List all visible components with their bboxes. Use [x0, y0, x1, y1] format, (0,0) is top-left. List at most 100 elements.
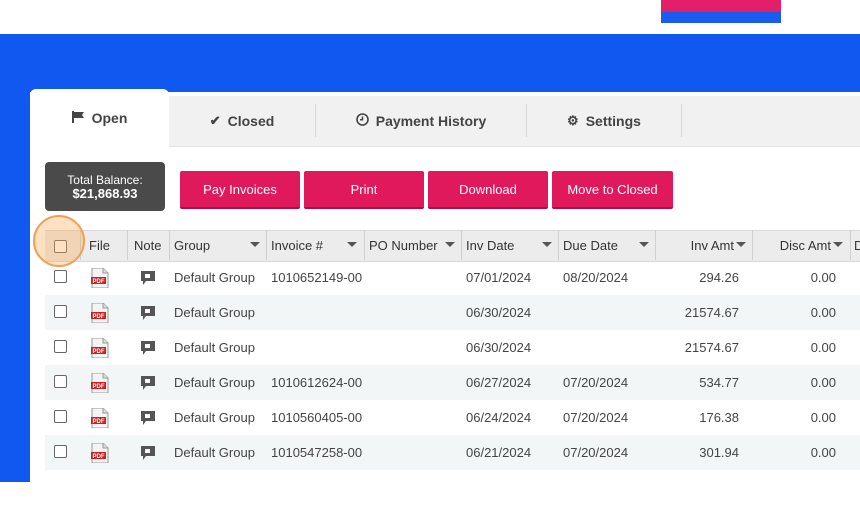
row-checkbox[interactable]: [54, 340, 67, 353]
cell-group: Default Group: [174, 305, 255, 320]
balance-label: Total Balance:: [67, 172, 143, 187]
sort-caret-icon[interactable]: [542, 242, 552, 247]
column-divider: [127, 230, 128, 260]
row-checkbox[interactable]: [54, 445, 67, 458]
note-icon[interactable]: [140, 445, 156, 461]
tab-label: Payment History: [375, 113, 487, 129]
column-header-file: File: [89, 230, 129, 260]
cell-invoice: 1010652149-00: [271, 270, 363, 285]
print-button[interactable]: Print: [304, 171, 424, 209]
column-divider: [850, 230, 851, 260]
cell-due-date: 07/20/2024: [563, 410, 629, 425]
note-icon[interactable]: [140, 410, 156, 426]
table-row[interactable]: PDF Default Group 1010560405-00 06/24/2024 0…: [45, 400, 860, 435]
column-header-due-date[interactable]: Due Date: [563, 230, 655, 260]
column-divider: [752, 230, 753, 260]
header-label: D: [854, 237, 860, 253]
table-row[interactable]: PDF Default Group 1010547258-00 06/21/2024 0…: [45, 435, 860, 470]
header-label: Note: [134, 237, 162, 253]
cell-due-date: 07/20/2024: [563, 445, 629, 460]
row-checkbox[interactable]: [54, 410, 67, 423]
pdf-file-icon[interactable]: PDF: [91, 372, 109, 394]
column-header-disc-amt[interactable]: Disc Amt: [757, 230, 849, 260]
row-checkbox[interactable]: [54, 305, 67, 318]
svg-text:PDF: PDF: [93, 384, 105, 390]
cell-group: Default Group: [174, 375, 255, 390]
svg-text:PDF: PDF: [93, 314, 105, 320]
cell-inv-date: 07/01/2024: [466, 270, 532, 285]
note-icon[interactable]: [140, 270, 156, 286]
svg-text:PDF: PDF: [93, 349, 105, 355]
clock-icon: [355, 113, 369, 129]
column-header-po-number[interactable]: PO Number: [369, 230, 461, 260]
pdf-file-icon[interactable]: PDF: [91, 337, 109, 359]
tab-divider: [681, 104, 682, 137]
column-divider: [169, 230, 170, 260]
column-header-invoice[interactable]: Invoice #: [271, 230, 363, 260]
cell-inv-date: 06/27/2024: [466, 375, 532, 390]
column-header-more[interactable]: D: [854, 230, 860, 260]
svg-text:PDF: PDF: [93, 454, 105, 460]
svg-text:PDF: PDF: [93, 279, 105, 285]
header-label: Disc Amt: [779, 237, 831, 253]
column-divider: [558, 230, 559, 260]
pdf-file-icon[interactable]: PDF: [91, 407, 109, 429]
header-label: Inv Amt: [690, 237, 734, 253]
download-button[interactable]: Download: [428, 171, 548, 209]
tab-open[interactable]: Open: [30, 89, 169, 147]
header-label: Inv Date: [466, 237, 515, 253]
header-label: File: [89, 237, 110, 253]
tab-settings[interactable]: ⚙ Settings: [527, 96, 681, 146]
cell-inv-amt: 294.26: [699, 270, 739, 285]
tab-closed[interactable]: ✔ Closed: [169, 96, 315, 146]
header-label: Group: [174, 237, 211, 253]
row-checkbox[interactable]: [54, 270, 67, 283]
sort-caret-icon[interactable]: [250, 242, 260, 247]
column-header-group[interactable]: Group: [174, 230, 266, 260]
sort-caret-icon[interactable]: [736, 242, 746, 247]
tab-payment-history[interactable]: Payment History: [316, 96, 526, 146]
note-icon[interactable]: [140, 375, 156, 391]
column-divider: [461, 230, 462, 260]
cell-inv-date: 06/30/2024: [466, 340, 532, 355]
cell-group: Default Group: [174, 340, 255, 355]
sort-caret-icon[interactable]: [833, 242, 843, 247]
cell-invoice: 1010560405-00: [271, 410, 363, 425]
column-header-inv-date[interactable]: Inv Date: [466, 230, 558, 260]
column-header-inv-amt[interactable]: Inv Amt: [660, 230, 752, 260]
note-icon[interactable]: [140, 305, 156, 321]
row-checkbox[interactable]: [54, 375, 67, 388]
svg-text:PDF: PDF: [93, 419, 105, 425]
tab-label: Closed: [227, 113, 275, 129]
tab-label: Settings: [585, 113, 641, 129]
pdf-file-icon[interactable]: PDF: [91, 442, 109, 464]
table-row[interactable]: PDF Default Group 06/30/2024 21574.67 0.00: [45, 295, 860, 330]
flag-icon: [71, 110, 85, 126]
brand-logo: [661, 0, 781, 23]
pay-invoices-button[interactable]: Pay Invoices: [180, 171, 300, 209]
cell-inv-date: 06/30/2024: [466, 305, 532, 320]
move-to-closed-button[interactable]: Move to Closed: [552, 171, 673, 209]
table-row[interactable]: PDF Default Group 1010612624-00 06/27/2024 0…: [45, 365, 860, 400]
cell-disc-amt: 0.00: [810, 270, 836, 285]
cell-disc-amt: 0.00: [810, 340, 836, 355]
table-row: [45, 470, 860, 505]
header-label: Invoice #: [271, 237, 324, 253]
pdf-file-icon[interactable]: PDF: [91, 267, 109, 289]
note-icon[interactable]: [140, 340, 156, 356]
sort-caret-icon[interactable]: [347, 242, 357, 247]
column-divider: [655, 230, 656, 260]
top-bar: [0, 0, 860, 34]
cell-due-date: 07/20/2024: [563, 375, 629, 390]
cell-invoice: 1010547258-00: [271, 445, 363, 460]
click-highlight: [33, 215, 85, 267]
table-row[interactable]: PDF Default Group 1010652149-00 07/01/2024 0…: [45, 260, 860, 295]
sort-caret-icon[interactable]: [445, 242, 455, 247]
column-header-note: Note: [134, 230, 170, 260]
pdf-file-icon[interactable]: PDF: [91, 302, 109, 324]
sort-caret-icon[interactable]: [639, 242, 649, 247]
balance-amount: $21,868.93: [72, 185, 138, 201]
table-row[interactable]: PDF Default Group 06/30/2024 21574.67 0.00: [45, 330, 860, 365]
cell-inv-amt: 176.38: [699, 410, 739, 425]
cell-group: Default Group: [174, 410, 255, 425]
